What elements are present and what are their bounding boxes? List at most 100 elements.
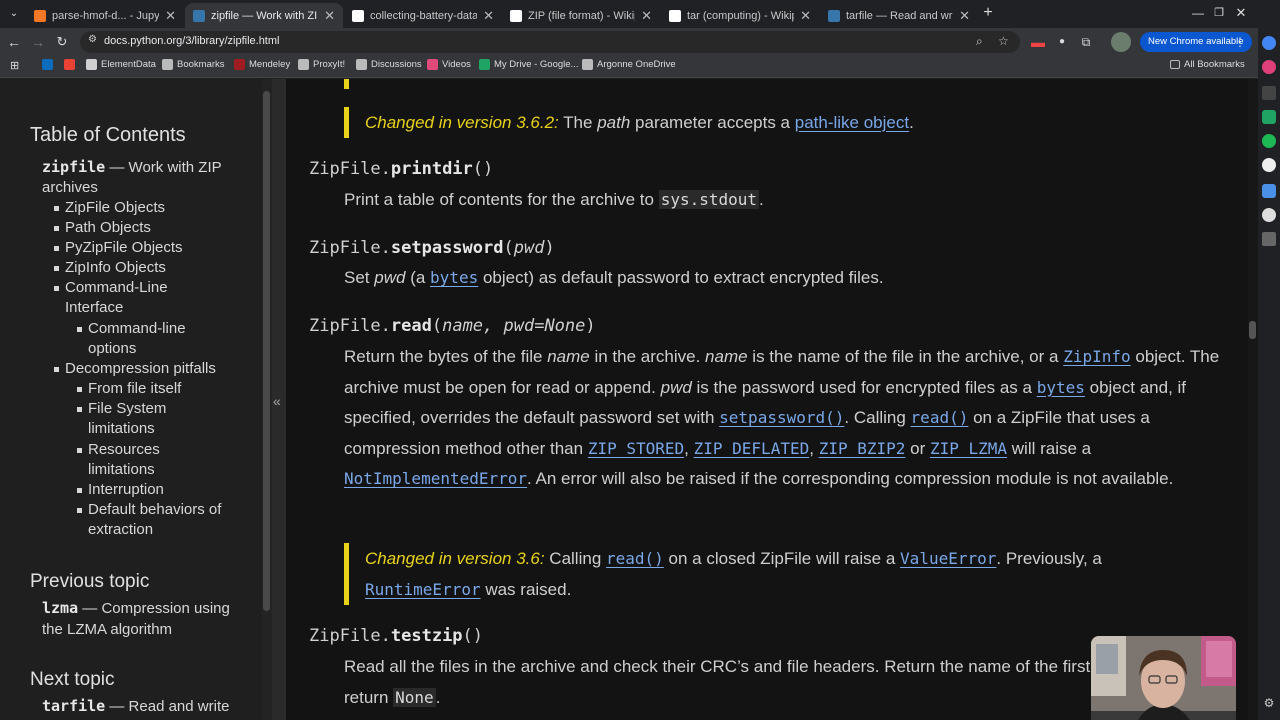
maximize-button[interactable]: ❐ (1209, 3, 1229, 23)
browser-toolbar: ← → ↻ ⚙ docs.python.org/3/library/zipfil… (0, 28, 1280, 56)
setpassword-link[interactable]: setpassword() (719, 408, 844, 427)
bookmark-gmail[interactable] (64, 59, 79, 70)
toc-item-decompression-pitfalls[interactable]: Decompression pitfalls (65, 359, 216, 379)
toc-item-cli[interactable]: Command-Line Interface (65, 278, 190, 318)
close-tab-icon[interactable]: ✕ (483, 8, 494, 24)
chrome-icon[interactable] (1262, 36, 1276, 50)
tab-2[interactable]: zipfile — Work with ZIP archives ✕ (185, 3, 343, 28)
tab-title: zipfile — Work with ZIP archives (211, 9, 318, 22)
url-text[interactable]: docs.python.org/3/library/zipfile.html (104, 35, 279, 47)
toc-item-zipfile-objects[interactable]: ZipFile Objects (65, 198, 165, 218)
close-tab-icon[interactable]: ✕ (165, 8, 176, 24)
toc-item-default-behaviors[interactable]: Default behaviors of extraction (88, 500, 228, 540)
chrome-menu-icon[interactable]: ⋮ (1230, 32, 1250, 52)
tab-1[interactable]: parse-hmof-d... - JupyterLab ✕ (26, 3, 184, 28)
apps-grid-icon[interactable]: ⊞ (10, 59, 19, 72)
bookmark-bookmarks[interactable]: Bookmarks (162, 59, 225, 70)
tab-search-icon[interactable]: ⌄ (4, 4, 24, 24)
bookmark-label: Discussions (371, 59, 422, 70)
toc-item-cli-options[interactable]: Command-line options (88, 319, 208, 359)
toc-item-resources-limitations[interactable]: Resources limitations (88, 440, 188, 480)
toc-item-from-file-itself[interactable]: From file itself (88, 379, 181, 399)
toc-item-file-system-limitations[interactable]: File System limitations (88, 399, 188, 439)
bookmark-argonne-onedrive[interactable]: Argonne OneDrive (582, 59, 676, 70)
clock-icon[interactable] (1262, 158, 1276, 172)
bookmark-discussions[interactable]: Discussions (356, 59, 422, 70)
page-scrollbar[interactable] (1248, 79, 1258, 720)
tab-strip: ⌄ parse-hmof-d... - JupyterLab✕zipfile —… (0, 0, 1280, 28)
tab-title: parse-hmof-d... - JupyterLab (52, 9, 160, 22)
zipinfo-link[interactable]: ZipInfo (1063, 347, 1130, 366)
setpassword-description: Set pwd (a bytes object) as default pass… (344, 268, 884, 287)
path-like-object-link[interactable]: path-like object (795, 113, 909, 132)
previous-topic-heading: Previous topic (30, 571, 150, 592)
zip-stored-link[interactable]: ZIP_STORED (588, 439, 684, 458)
next-topic-link[interactable]: tarfile — Read and write (42, 696, 252, 717)
toc-item-zipinfo-objects[interactable]: ZipInfo Objects (65, 258, 166, 278)
close-tab-icon[interactable]: ✕ (641, 8, 652, 24)
tab-title: ZIP (file format) - Wikipedia (528, 9, 635, 22)
bookmark-star-icon[interactable]: ☆ (998, 34, 1009, 48)
new-tab-button[interactable]: + (978, 3, 998, 23)
bullet (77, 488, 82, 493)
toc-item-path-objects[interactable]: Path Objects (65, 218, 151, 238)
extension-lastpass-icon[interactable]: ▬ (1028, 32, 1048, 52)
toc-item-interruption[interactable]: Interruption (88, 480, 164, 500)
forward-icon[interactable]: → (28, 32, 48, 52)
profile-avatar[interactable] (1111, 32, 1131, 52)
panel-settings-icon[interactable]: ⚙ (1262, 696, 1276, 710)
bookmark-label: ElementData (101, 59, 156, 70)
close-window-button[interactable]: ✕ (1231, 3, 1251, 23)
back-icon[interactable]: ← (4, 32, 24, 52)
tab-3[interactable]: collecting-battery-datasets ✕ (344, 3, 502, 28)
spotify-icon[interactable] (1262, 134, 1276, 148)
sheets-icon[interactable] (1262, 110, 1276, 124)
close-tab-icon[interactable]: ✕ (800, 8, 811, 24)
extension-record-icon[interactable]: ● (1052, 32, 1072, 52)
bytes-link[interactable]: bytes (1037, 378, 1085, 397)
bookmark-videos[interactable]: Videos (427, 59, 471, 70)
tab-6[interactable]: tarfile — Read and write tar archive fil… (820, 3, 978, 28)
page-scrollbar-thumb[interactable] (1249, 321, 1256, 339)
docs-icon[interactable] (1262, 184, 1276, 198)
bookmark-outlook[interactable] (42, 59, 57, 70)
tab-5[interactable]: tar (computing) - Wikipedia ✕ (661, 3, 819, 28)
site-info-icon[interactable]: ⚙ (88, 34, 97, 45)
dark-ext-icon[interactable] (1262, 86, 1276, 100)
bookmark-elementdata[interactable]: ElementData (86, 59, 156, 70)
webcam-overlay (1091, 636, 1236, 720)
notimplementederror-link[interactable]: NotImplementedError (344, 469, 527, 488)
panel-icon[interactable] (1262, 232, 1276, 246)
bookmark-my-drive-google[interactable]: My Drive - Google... (479, 59, 578, 70)
toc-item-pyzipfile-objects[interactable]: PyZipFile Objects (65, 238, 183, 258)
valueerror-link[interactable]: ValueError (900, 549, 996, 568)
zip-bzip2-link[interactable]: ZIP_BZIP2 (819, 439, 906, 458)
zoom-icon[interactable]: ⌕ (976, 34, 983, 49)
close-tab-icon[interactable]: ✕ (959, 8, 970, 24)
tab-4[interactable]: ZIP (file format) - Wikipedia ✕ (502, 3, 660, 28)
bytes-link[interactable]: bytes (430, 268, 478, 287)
address-bar[interactable]: ⚙ docs.python.org/3/library/zipfile.html… (80, 31, 1020, 53)
music-icon[interactable] (1262, 60, 1276, 74)
read-link[interactable]: read() (911, 408, 969, 427)
runtimeerror-link[interactable]: RuntimeError (365, 580, 481, 599)
read-link-2[interactable]: read() (606, 549, 664, 568)
bookmarks-bar: ⊞ ElementData Bookmarks Mendeley ProxyIt! Di… (0, 56, 1258, 78)
sidebar-scrollbar-thumb[interactable] (263, 91, 270, 611)
close-tab-icon[interactable]: ✕ (324, 8, 335, 24)
previous-topic-link[interactable]: lzma — Compression using the LZMA algori… (42, 598, 252, 640)
zip-lzma-link[interactable]: ZIP_LZMA (930, 439, 1007, 458)
bookmark-label: ProxyIt! (313, 59, 346, 70)
zip-deflated-link[interactable]: ZIP_DEFLATED (694, 439, 810, 458)
reload-icon[interactable]: ↻ (52, 32, 72, 52)
collapse-sidebar-button[interactable]: « (272, 79, 286, 720)
all-bookmarks-link[interactable]: All Bookmarks (1170, 59, 1245, 70)
side-panel-icons: ⚙ (1258, 28, 1280, 720)
bookmark-proxyit[interactable]: ProxyIt! (298, 59, 345, 70)
minimize-button[interactable]: — (1188, 3, 1208, 23)
gmail-icon (64, 59, 75, 70)
settings-icon[interactable] (1262, 208, 1276, 222)
toc-module-link[interactable]: zipfile — Work with ZIP archives (42, 157, 252, 198)
extensions-puzzle-icon[interactable]: ⧉ (1076, 32, 1096, 52)
bookmark-mendeley[interactable]: Mendeley (234, 59, 290, 70)
